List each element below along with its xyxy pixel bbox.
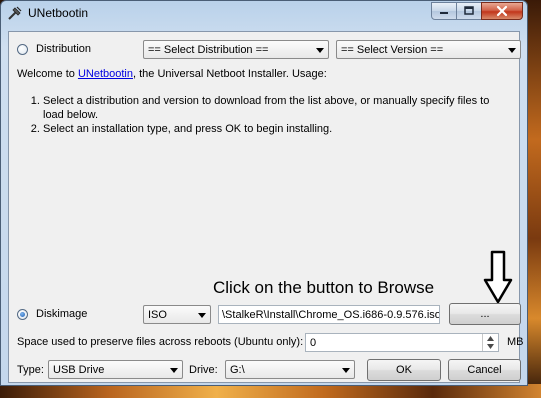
minimize-button[interactable] [431, 2, 457, 20]
chevron-down-icon [342, 368, 350, 373]
drive-label: Drive: [189, 364, 218, 376]
welcome-prefix: Welcome to [17, 68, 78, 80]
drive-value: G:\ [230, 364, 245, 376]
diskimage-radio-label: Diskimage [36, 308, 88, 320]
chevron-down-icon [198, 313, 206, 318]
close-button[interactable] [481, 2, 523, 20]
select-version-value: == Select Version == [341, 44, 444, 56]
chevron-down-icon [316, 48, 324, 53]
cancel-button[interactable]: Cancel [448, 359, 521, 381]
usage-step-2: Select an installation type, and press O… [43, 122, 505, 136]
persistence-size-value: 0 [310, 337, 317, 349]
spin-down-icon[interactable] [487, 344, 494, 349]
persistence-spinner[interactable] [482, 334, 498, 351]
title-bar[interactable]: UNetbootin [1, 1, 527, 27]
select-version-dropdown[interactable]: == Select Version == [336, 40, 521, 59]
minimize-icon [440, 12, 448, 14]
welcome-text: Welcome to UNetbootin, the Universal Net… [17, 68, 327, 80]
select-distribution-value: == Select Distribution == [148, 44, 269, 56]
maximize-button[interactable] [456, 2, 482, 20]
annotation-text: Click on the button to Browse [213, 278, 435, 297]
unetbootin-link[interactable]: UNetbootin [78, 68, 133, 80]
spin-up-icon[interactable] [487, 336, 494, 341]
diskimage-radio[interactable] [17, 309, 28, 320]
select-distribution-dropdown[interactable]: == Select Distribution == [143, 40, 329, 59]
drive-dropdown[interactable]: G:\ [225, 360, 355, 379]
install-type-dropdown[interactable]: USB Drive [48, 360, 183, 379]
diskimage-path-value: \StalkeR\Install\Chrome_OS.i686-0.9.576.… [222, 309, 440, 321]
persistence-label: Space used to preserve files across rebo… [17, 336, 304, 348]
distribution-radio-label: Distribution [36, 43, 92, 55]
ok-button[interactable]: OK [367, 359, 441, 381]
type-label: Type: [17, 364, 44, 376]
diskimage-path-input[interactable]: \StalkeR\Install\Chrome_OS.i686-0.9.576.… [218, 305, 440, 324]
usage-step-1: Select a distribution and version to dow… [43, 94, 505, 122]
usage-steps: Select a distribution and version to dow… [25, 94, 505, 136]
persistence-unit: MB [507, 336, 524, 348]
maximize-icon [464, 6, 474, 15]
unetbootin-window: UNetbootin Distribution == Select Distri… [0, 0, 528, 386]
client-area: Distribution == Select Distribution == =… [8, 31, 524, 383]
persistence-size-input[interactable]: 0 [305, 333, 499, 352]
distribution-radio[interactable] [17, 44, 28, 55]
welcome-suffix: , the Universal Netboot Installer. Usage… [132, 68, 327, 80]
down-arrow-icon [483, 250, 513, 304]
chevron-down-icon [508, 48, 516, 53]
browse-button[interactable]: ... [449, 303, 521, 325]
app-icon [7, 5, 23, 21]
diskimage-type-value: ISO [148, 309, 167, 321]
desktop-background-bottom [0, 384, 541, 398]
chevron-down-icon [170, 368, 178, 373]
install-type-value: USB Drive [53, 364, 105, 376]
window-title: UNetbootin [28, 6, 89, 20]
close-icon [496, 5, 508, 17]
diskimage-type-dropdown[interactable]: ISO [143, 305, 211, 324]
